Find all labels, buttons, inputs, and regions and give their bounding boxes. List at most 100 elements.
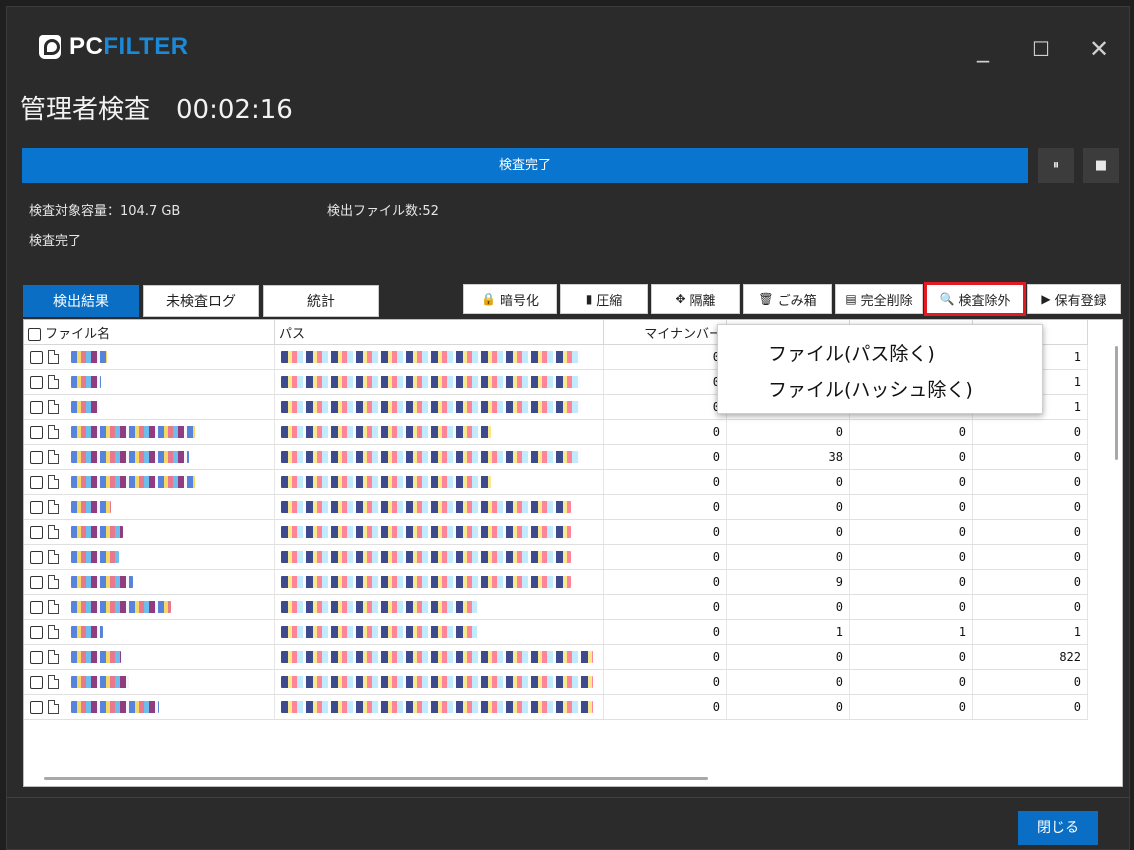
- cell-col6: 0: [972, 469, 1088, 495]
- minimize-button[interactable]: _: [965, 31, 1001, 67]
- cell-filename: [24, 594, 275, 620]
- cell-col6: 0: [972, 594, 1088, 620]
- redacted-filename: [71, 551, 120, 563]
- menu-item-exclude-file-hash[interactable]: ファイル(ハッシュ除く): [768, 375, 973, 402]
- footer-divider: [7, 797, 1129, 798]
- table-row[interactable]: 0000: [24, 419, 1088, 445]
- redacted-filename: [71, 426, 196, 438]
- cell-col4: 0: [726, 669, 850, 695]
- horizontal-scrollbar[interactable]: [44, 777, 708, 780]
- exclude-dropdown-menu: ファイル(パス除く) ファイル(ハッシュ除く): [717, 324, 1043, 414]
- cell-col5: 1: [849, 619, 973, 645]
- close-window-button[interactable]: ✕: [1081, 31, 1117, 67]
- cell-mynumber: 0: [603, 644, 727, 670]
- trash-button[interactable]: 🗑 ごみ箱: [743, 284, 832, 314]
- encrypt-label: 暗号化: [499, 293, 539, 309]
- row-checkbox[interactable]: [30, 525, 43, 539]
- row-checkbox[interactable]: [30, 350, 43, 364]
- table-row[interactable]: 0900: [24, 569, 1088, 595]
- cell-filename: [24, 419, 275, 445]
- vertical-scrollbar[interactable]: [1115, 346, 1118, 460]
- tab-detected-results[interactable]: 検出結果: [23, 285, 139, 317]
- row-checkbox[interactable]: [30, 650, 43, 664]
- row-checkbox[interactable]: [30, 675, 43, 689]
- table-row[interactable]: 0000: [24, 494, 1088, 520]
- pause-button[interactable]: ⏸: [1038, 148, 1074, 183]
- col-path-header[interactable]: パス: [274, 320, 604, 345]
- cell-mynumber: 0: [603, 419, 727, 445]
- cell-col5: 0: [849, 419, 973, 445]
- file-icon: [48, 550, 59, 564]
- cell-mynumber: 0: [603, 519, 727, 545]
- cell-filename: [24, 444, 275, 470]
- cell-filename: [24, 644, 275, 670]
- cell-col5: 0: [849, 519, 973, 545]
- cell-path: [274, 644, 604, 670]
- cell-path: [274, 394, 604, 420]
- row-checkbox[interactable]: [30, 450, 43, 464]
- cell-mynumber: 0: [603, 569, 727, 595]
- cell-filename: [24, 394, 275, 420]
- compress-label: 圧縮: [596, 293, 623, 309]
- table-row[interactable]: 0111: [24, 619, 1088, 645]
- isolate-button[interactable]: ✥ 隔離: [651, 284, 740, 314]
- row-checkbox[interactable]: [30, 600, 43, 614]
- cell-filename: [24, 544, 275, 570]
- row-checkbox[interactable]: [30, 700, 43, 714]
- redacted-filename: [71, 601, 172, 613]
- cell-col4: 0: [726, 594, 850, 620]
- table-row[interactable]: 0000: [24, 694, 1088, 720]
- archive-icon: ▮: [585, 292, 593, 306]
- redacted-path: [281, 476, 491, 488]
- row-checkbox[interactable]: [30, 575, 43, 589]
- progress-label: 検査完了: [498, 158, 551, 173]
- close-dialog-button[interactable]: 閉じる: [1018, 811, 1098, 845]
- register-owned-button[interactable]: ▶ 保有登録: [1027, 284, 1121, 314]
- exclude-label: 検査除外: [958, 293, 1011, 309]
- file-icon: [48, 425, 59, 439]
- logo-text-filter: FILTER: [103, 33, 189, 60]
- col-filename-header[interactable]: ファイル名: [24, 320, 275, 345]
- table-row[interactable]: 0000: [24, 519, 1088, 545]
- cell-col5: 0: [849, 644, 973, 670]
- table-row[interactable]: 0000: [24, 544, 1088, 570]
- redacted-filename: [71, 451, 190, 463]
- cell-col5: 0: [849, 494, 973, 520]
- tab-statistics[interactable]: 統計: [263, 285, 379, 317]
- exclude-from-scan-button[interactable]: 🔍 検査除外: [924, 282, 1026, 316]
- row-checkbox[interactable]: [30, 625, 43, 639]
- stop-button[interactable]: ■: [1083, 148, 1119, 183]
- compress-button[interactable]: ▮ 圧縮: [560, 284, 648, 314]
- table-row[interactable]: 0000: [24, 594, 1088, 620]
- row-checkbox[interactable]: [30, 375, 43, 389]
- maximize-button[interactable]: ☐: [1023, 31, 1059, 67]
- table-row[interactable]: 0 38 0 0: [24, 444, 1088, 470]
- row-checkbox[interactable]: [30, 475, 43, 489]
- cell-filename: [24, 569, 275, 595]
- tab-unscanned-log[interactable]: 未検査ログ: [143, 285, 259, 317]
- table-row[interactable]: 0000: [24, 669, 1088, 695]
- redacted-path: [281, 526, 571, 538]
- redacted-path: [281, 601, 477, 613]
- file-icon: [48, 350, 59, 364]
- pcfilter-logo-icon: [39, 35, 61, 59]
- row-checkbox[interactable]: [30, 425, 43, 439]
- cell-mynumber: 0: [603, 444, 727, 470]
- redacted-filename: [71, 576, 134, 588]
- encrypt-button[interactable]: 🔒 暗号化: [463, 284, 557, 314]
- row-checkbox[interactable]: [30, 550, 43, 564]
- cell-col5: 0: [849, 669, 973, 695]
- file-icon: [48, 650, 59, 664]
- file-icon: [48, 500, 59, 514]
- cell-path: [274, 669, 604, 695]
- table-row[interactable]: 0 0 0 822: [24, 644, 1088, 670]
- delete-permanently-button[interactable]: ▤ 完全削除: [835, 284, 923, 314]
- row-checkbox[interactable]: [30, 500, 43, 514]
- table-row[interactable]: 0000: [24, 469, 1088, 495]
- menu-item-exclude-file-path[interactable]: ファイル(パス除く): [768, 339, 935, 366]
- row-checkbox[interactable]: [30, 400, 43, 414]
- select-all-checkbox[interactable]: [28, 327, 41, 341]
- col-mynumber-header[interactable]: マイナンバー: [603, 320, 727, 345]
- scan-capacity: 検査対象容量：104.7 GB: [29, 204, 181, 219]
- redacted-path: [281, 426, 491, 438]
